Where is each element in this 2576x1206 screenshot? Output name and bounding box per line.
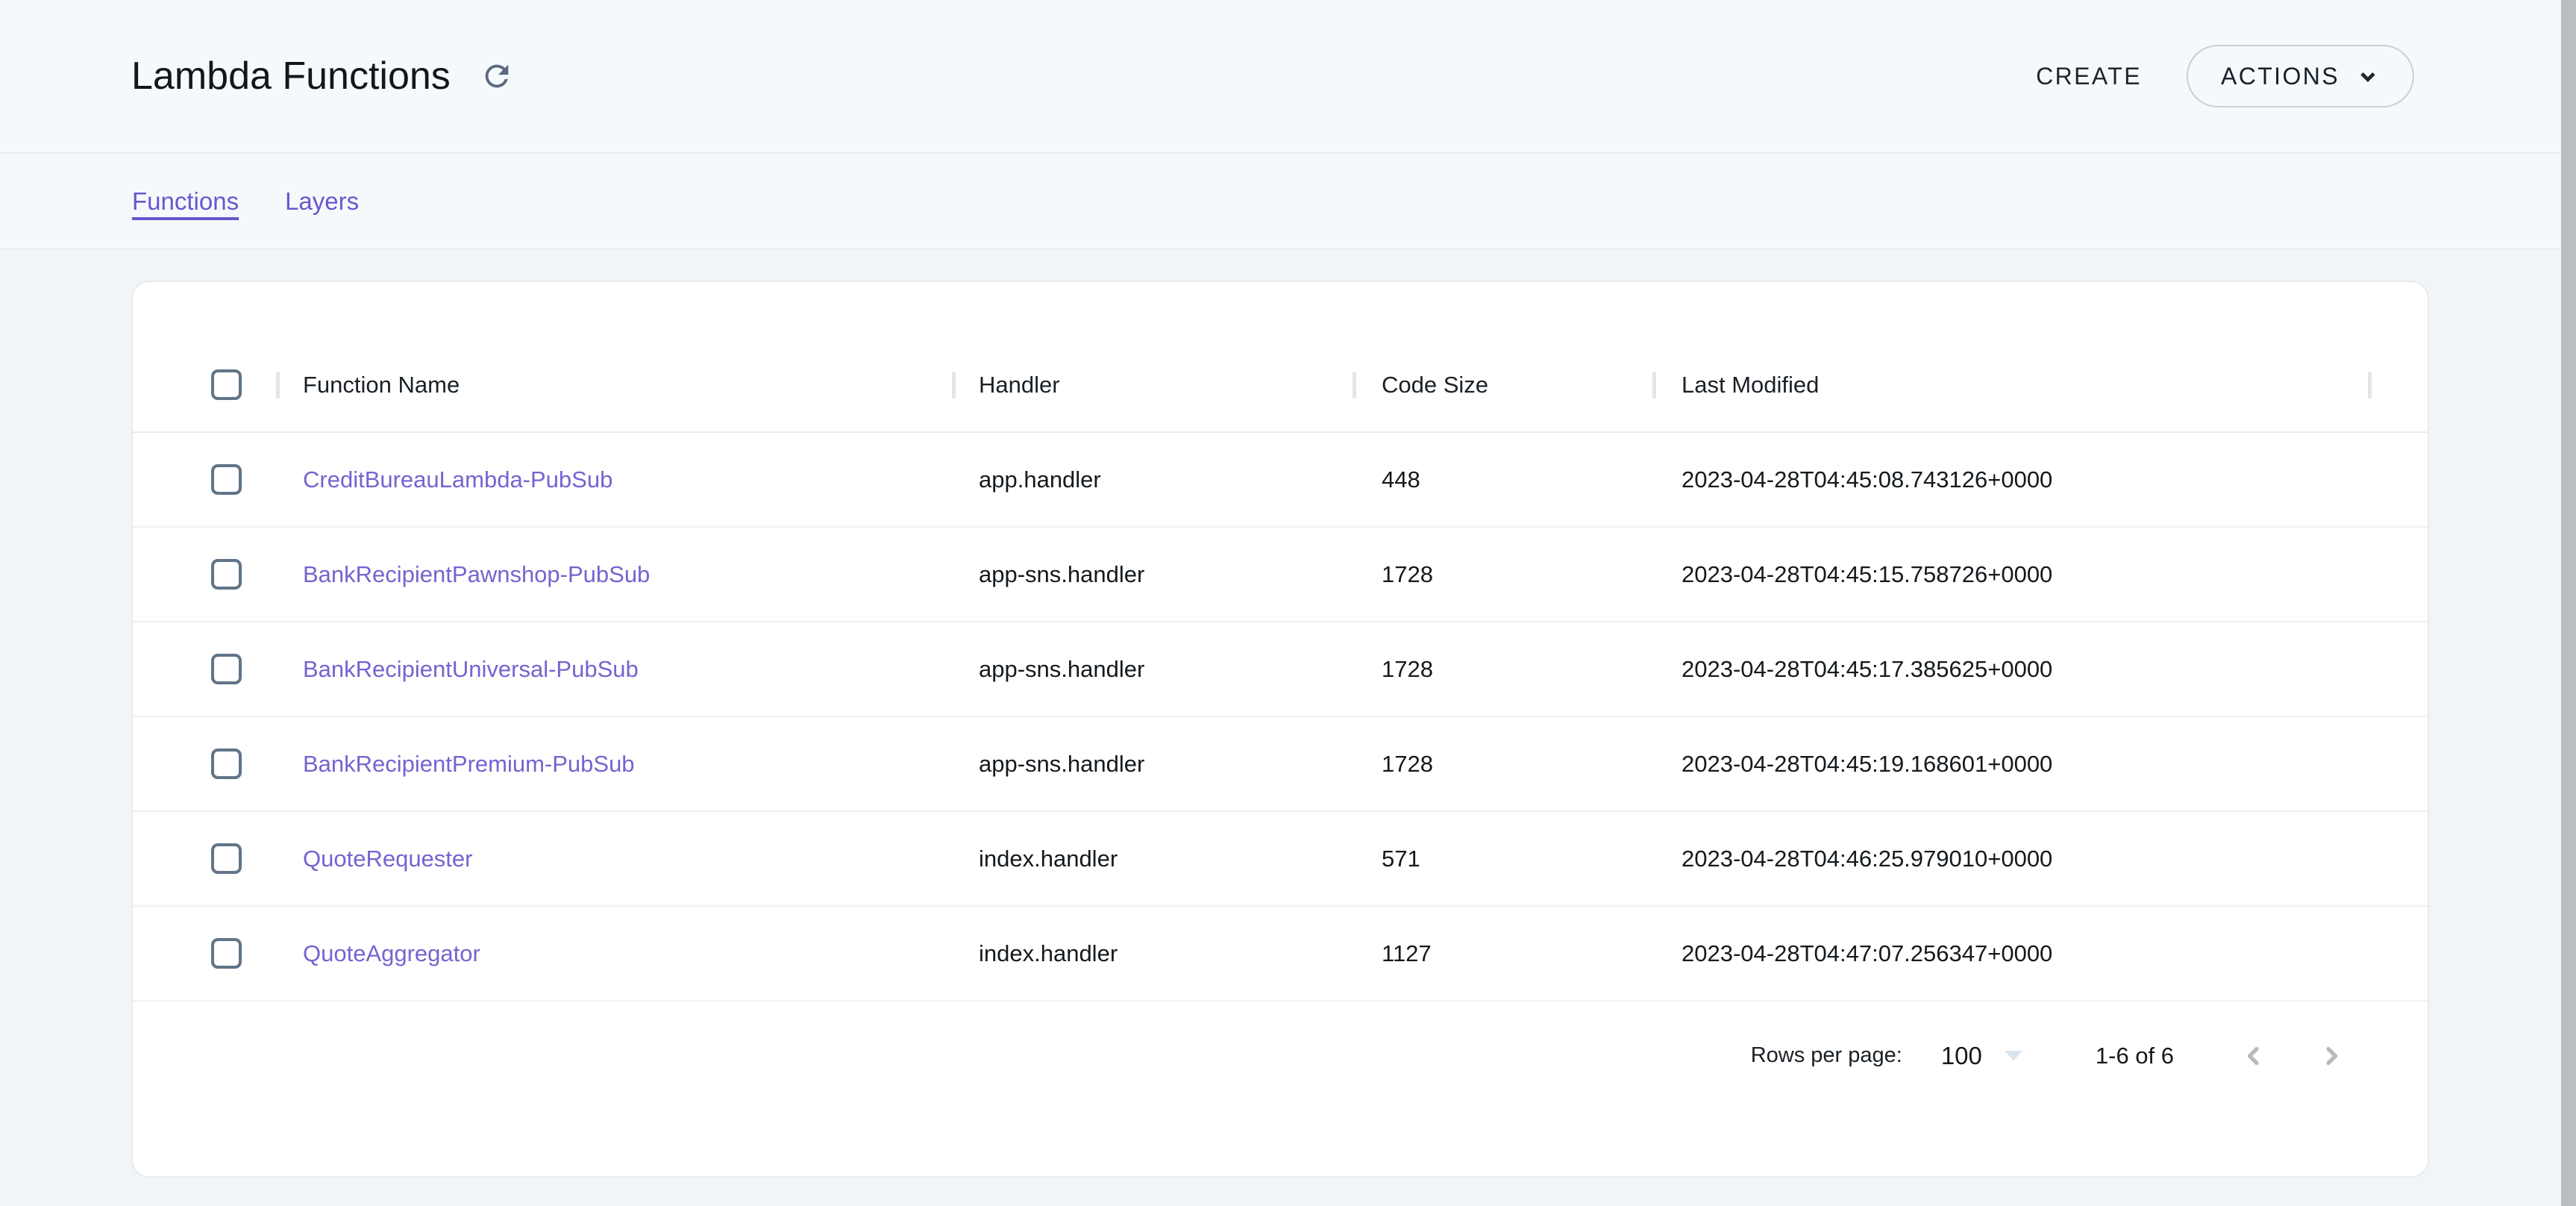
function-name-link[interactable]: BankRecipientPremium-PubSub xyxy=(303,751,635,778)
row-checkbox[interactable] xyxy=(211,749,242,779)
last-modified-value: 2023-04-28T04:46:25.979010+0000 xyxy=(1682,846,2052,872)
code-size-value: 1127 xyxy=(1382,940,1432,967)
function-name-link[interactable]: BankRecipientUniversal-PubSub xyxy=(303,656,639,683)
column-header-handler: Handler xyxy=(979,372,1060,399)
tab-functions[interactable]: Functions xyxy=(132,187,239,216)
functions-table-card: Function Name Handler Code Size Last Mod… xyxy=(131,281,2429,1178)
table-header-row: Function Name Handler Code Size Last Mod… xyxy=(133,338,2428,433)
row-checkbox[interactable] xyxy=(211,843,242,874)
refresh-button[interactable] xyxy=(479,58,515,94)
code-size-value: 448 xyxy=(1382,466,1420,493)
actions-button-label: ACTIONS xyxy=(2221,63,2340,90)
pagination-range-label: 1-6 of 6 xyxy=(2096,1043,2174,1069)
handler-value: app-sns.handler xyxy=(979,561,1144,588)
column-header-last-modified: Last Modified xyxy=(1682,372,1819,399)
create-button[interactable]: CREATE xyxy=(2036,63,2142,90)
row-checkbox[interactable] xyxy=(211,559,242,590)
last-modified-value: 2023-04-28T04:47:07.256347+0000 xyxy=(1682,940,2052,967)
tab-layers[interactable]: Layers xyxy=(285,187,359,216)
function-name-link[interactable]: QuoteRequester xyxy=(303,846,472,872)
function-name-link[interactable]: BankRecipientPawnshop-PubSub xyxy=(303,561,650,588)
previous-page-button[interactable] xyxy=(2240,1042,2268,1070)
column-header-function-name: Function Name xyxy=(303,372,460,399)
handler-value: index.handler xyxy=(979,846,1118,872)
code-size-value: 1728 xyxy=(1382,656,1433,683)
row-checkbox[interactable] xyxy=(211,654,242,684)
table-row: BankRecipientPremium-PubSub app-sns.hand… xyxy=(133,717,2428,812)
page-title: Lambda Functions xyxy=(131,54,451,99)
handler-value: app.handler xyxy=(979,466,1101,493)
last-modified-value: 2023-04-28T04:45:15.758726+0000 xyxy=(1682,561,2052,588)
rows-per-page-select[interactable]: 100 xyxy=(1941,1042,2022,1070)
table-row: QuoteAggregator index.handler 1127 2023-… xyxy=(133,907,2428,1002)
column-header-code-size: Code Size xyxy=(1382,372,1488,399)
chevron-right-icon xyxy=(2317,1042,2345,1070)
functions-table: Function Name Handler Code Size Last Mod… xyxy=(133,338,2428,1110)
last-modified-value: 2023-04-28T04:45:17.385625+0000 xyxy=(1682,656,2052,683)
refresh-icon xyxy=(480,59,514,93)
page-header: Lambda Functions CREATE ACTIONS xyxy=(0,0,2576,154)
pagination-bar: Rows per page: 100 1-6 of 6 xyxy=(133,1002,2428,1110)
table-row: BankRecipientUniversal-PubSub app-sns.ha… xyxy=(133,622,2428,717)
chevron-down-icon xyxy=(2356,64,2380,88)
row-checkbox[interactable] xyxy=(211,938,242,969)
row-checkbox[interactable] xyxy=(211,464,242,495)
actions-button[interactable]: ACTIONS xyxy=(2187,45,2414,107)
rows-per-page-value: 100 xyxy=(1941,1042,1982,1070)
function-name-link[interactable]: CreditBureauLambda-PubSub xyxy=(303,466,612,493)
vertical-scrollbar[interactable] xyxy=(2561,0,2576,1206)
table-row: BankRecipientPawnshop-PubSub app-sns.han… xyxy=(133,528,2428,622)
tabs-bar: Functions Layers xyxy=(0,154,2576,250)
function-name-link[interactable]: QuoteAggregator xyxy=(303,940,480,967)
main-content: Function Name Handler Code Size Last Mod… xyxy=(0,250,2576,1178)
code-size-value: 1728 xyxy=(1382,561,1433,588)
last-modified-value: 2023-04-28T04:45:08.743126+0000 xyxy=(1682,466,2052,493)
table-body: CreditBureauLambda-PubSub app.handler 44… xyxy=(133,433,2428,1002)
rows-per-page-label: Rows per page: xyxy=(1751,1043,1902,1068)
handler-value: index.handler xyxy=(979,940,1118,967)
select-caret-icon xyxy=(2005,1051,2022,1060)
code-size-value: 1728 xyxy=(1382,751,1433,778)
handler-value: app-sns.handler xyxy=(979,656,1144,683)
table-row: CreditBureauLambda-PubSub app.handler 44… xyxy=(133,433,2428,528)
table-row: QuoteRequester index.handler 571 2023-04… xyxy=(133,812,2428,907)
last-modified-value: 2023-04-28T04:45:19.168601+0000 xyxy=(1682,751,2052,778)
next-page-button[interactable] xyxy=(2317,1042,2345,1070)
code-size-value: 571 xyxy=(1382,846,1420,872)
handler-value: app-sns.handler xyxy=(979,751,1144,778)
chevron-left-icon xyxy=(2240,1042,2268,1070)
select-all-checkbox[interactable] xyxy=(211,369,242,400)
